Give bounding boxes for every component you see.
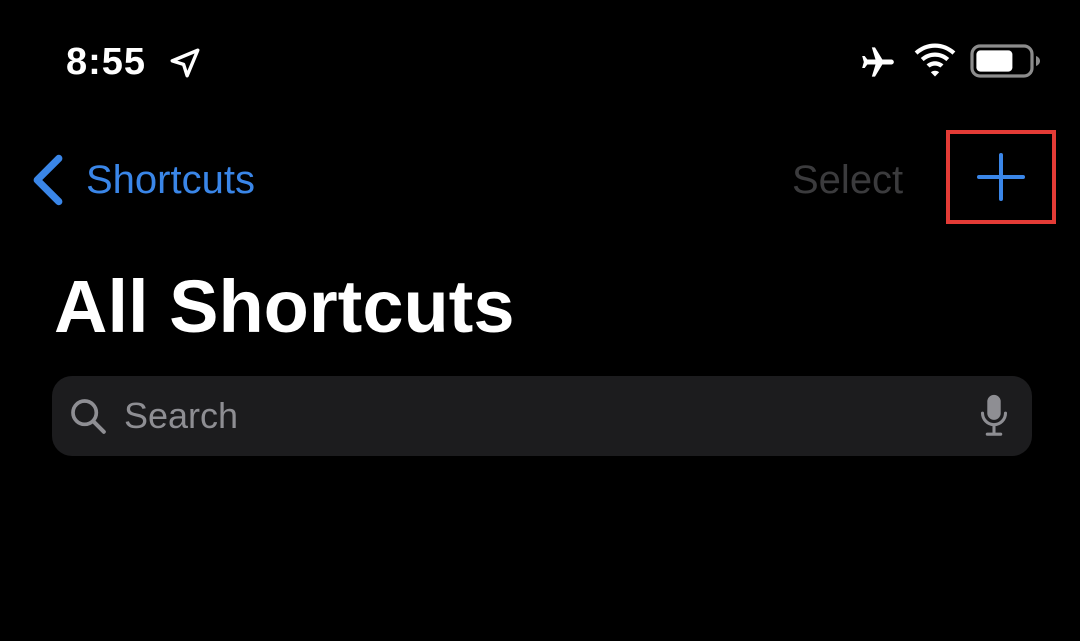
plus-icon: [977, 153, 1025, 201]
shortcuts-screen: 8:55 Shortcuts Select All Shortcuts Sear…: [0, 0, 1080, 641]
microphone-icon[interactable]: [978, 393, 1010, 439]
search-icon: [71, 399, 106, 434]
add-shortcut-button[interactable]: [946, 130, 1056, 224]
search-input[interactable]: [122, 385, 978, 447]
back-label: Shortcuts: [86, 158, 255, 202]
wifi-icon: [914, 43, 956, 77]
page-title: All Shortcuts: [54, 265, 515, 348]
select-button[interactable]: Select: [792, 148, 903, 212]
status-time: 8:55: [66, 41, 147, 83]
search-field[interactable]: [52, 376, 1032, 456]
location-arrow-icon: [170, 48, 200, 78]
back-button[interactable]: Shortcuts: [30, 148, 255, 212]
chevron-left-icon: [33, 154, 63, 206]
status-bar: 8:55: [0, 0, 1080, 120]
airplane-icon: [862, 47, 894, 77]
battery-icon: [970, 44, 1040, 78]
